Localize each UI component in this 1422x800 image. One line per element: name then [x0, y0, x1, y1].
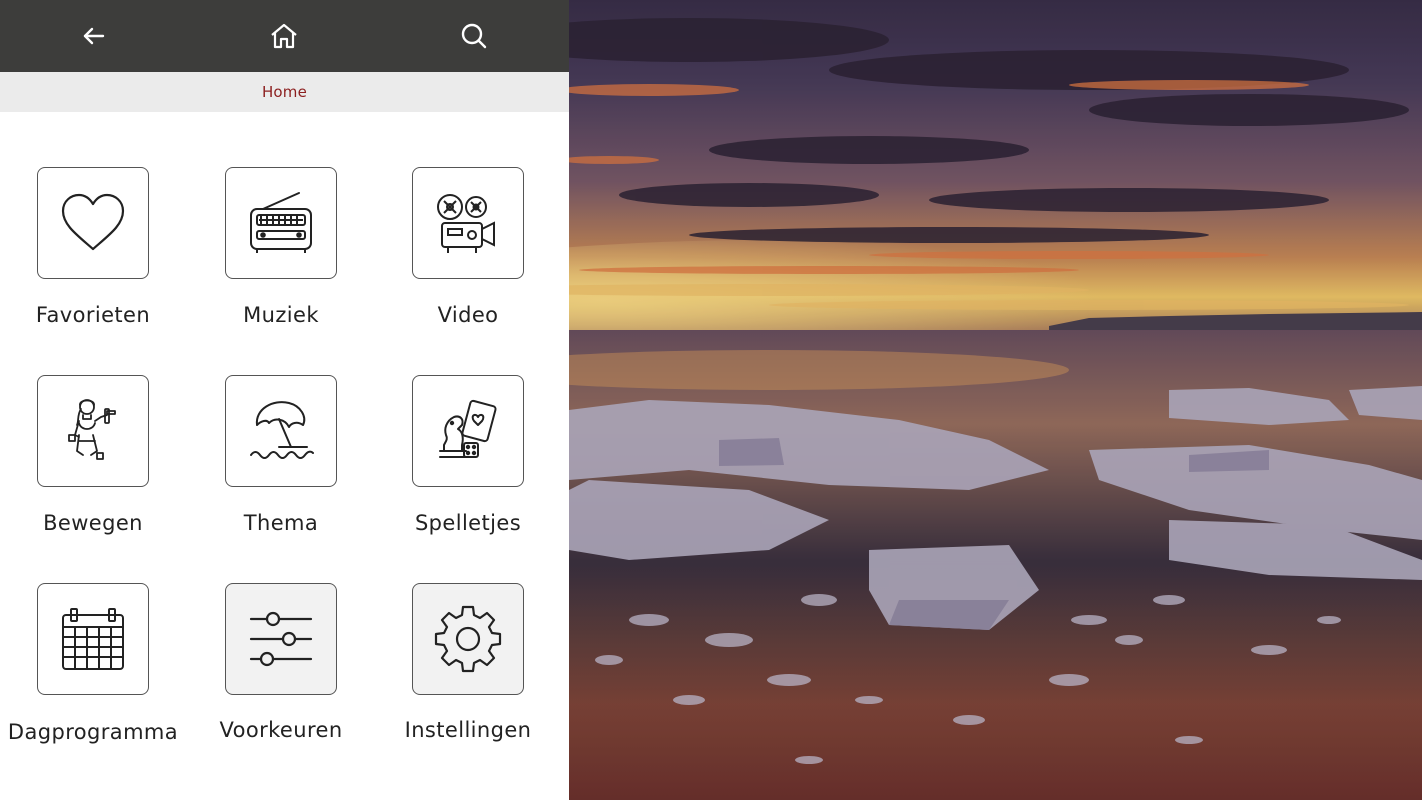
tile-label: Instellingen: [404, 718, 532, 742]
woman-exercising-icon: [68, 399, 116, 460]
tile-favorieten[interactable]: Favorieten: [0, 167, 180, 347]
arrow-left-icon: [83, 27, 105, 45]
tile-box: [37, 583, 149, 695]
gear-icon: [434, 605, 502, 673]
menu-panel: Home Favorieten Muziek Video Bewegen The…: [0, 0, 569, 800]
tile-voorkeuren[interactable]: Voorkeuren: [188, 583, 368, 763]
tile-label: Spelletjes: [414, 511, 522, 535]
tile-instellingen[interactable]: Instellingen: [375, 583, 555, 763]
calendar-icon: [62, 608, 124, 670]
search-button[interactable]: [450, 12, 498, 60]
tile-video[interactable]: Video: [375, 167, 555, 347]
tile-bewegen[interactable]: Bewegen: [0, 375, 180, 555]
tile-thema[interactable]: Thema: [188, 375, 368, 555]
tile-box: [37, 167, 149, 279]
tile-muziek[interactable]: Muziek: [188, 167, 368, 347]
radio-icon: [250, 192, 312, 253]
home-button[interactable]: [260, 12, 308, 60]
sunset-over-ice-floes-image: [569, 0, 1422, 800]
breadcrumb: Home: [0, 72, 569, 112]
tile-label: Video: [437, 303, 499, 327]
heart-icon: [61, 193, 125, 251]
back-button[interactable]: [70, 12, 118, 60]
games-chess-cards-icon: [439, 399, 497, 458]
beach-umbrella-icon: [250, 401, 314, 459]
search-icon: [461, 23, 487, 49]
tile-dagprogramma[interactable]: Dagprogramma: [0, 583, 180, 763]
tile-box: [412, 375, 524, 487]
sliders-icon: [249, 611, 313, 667]
tile-box: [225, 375, 337, 487]
video-frame[interactable]: [569, 0, 1422, 800]
tile-box: [225, 167, 337, 279]
tile-box: [225, 583, 337, 695]
tile-box: [37, 375, 149, 487]
top-navigation-bar: [0, 0, 569, 72]
tile-spelletjes[interactable]: Spelletjes: [375, 375, 555, 555]
film-projector-icon: [437, 194, 495, 253]
tile-box: [412, 167, 524, 279]
tile-box: [412, 583, 524, 695]
breadcrumb-label: Home: [261, 83, 308, 101]
home-icon: [271, 23, 297, 49]
app-window: Home Favorieten Muziek Video Bewegen The…: [0, 0, 1422, 800]
